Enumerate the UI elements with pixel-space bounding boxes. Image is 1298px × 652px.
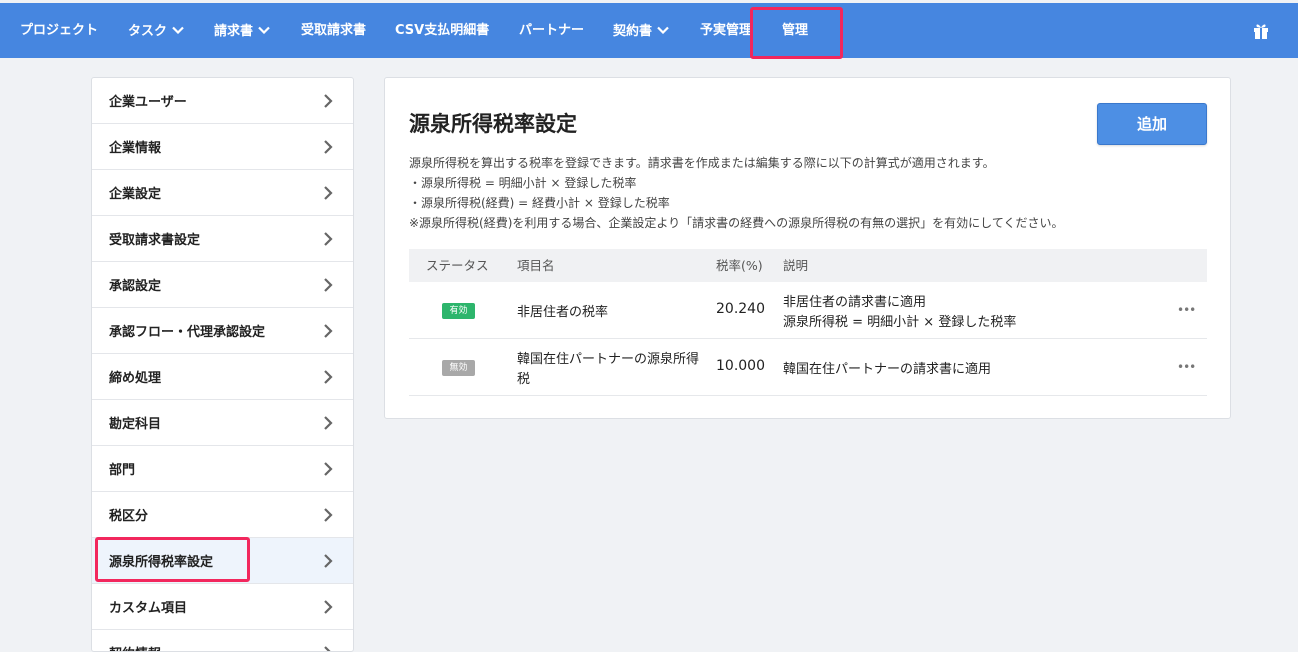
chevron-down-icon [172, 3, 184, 58]
settings-sidebar: 企業ユーザー 企業情報 企業設定 受取請求書設定 承認設定 承認フロー・代理承認… [91, 77, 354, 652]
description-line: ・源泉所得税(経費) = 経費小計 × 登録した税率 [409, 196, 670, 210]
description-line: 源泉所得税を算出する税率を登録できます。請求書を作成または編集する際に以下の計算… [409, 156, 995, 170]
nav-item-invoice[interactable]: 請求書 [214, 3, 270, 58]
description-line: ※源泉所得税(経費)を利用する場合、企業設定より「請求書の経費への源泉所得税の有… [409, 216, 1064, 230]
chevron-right-icon [324, 646, 331, 651]
nav-item-contract[interactable]: 契約書 [613, 3, 669, 58]
item-description: 韓国在住パートナーの請求書に適用 [783, 362, 992, 377]
nav-item-received-invoice[interactable]: 受取請求書 [301, 3, 366, 58]
nav-item-partner[interactable]: パートナー [519, 3, 584, 58]
status-badge: 有効 [442, 303, 475, 319]
sidebar-item-received-invoice-settings[interactable]: 受取請求書設定 [92, 216, 353, 262]
chevron-right-icon [324, 278, 333, 292]
chevron-right-icon [324, 94, 333, 108]
table-row[interactable]: 有効 非居住者の税率 20.240 非居住者の請求書に適用 源泉所得税 = 明細… [409, 282, 1207, 339]
chevron-right-icon [324, 232, 333, 246]
tax-rate: 20.240 [716, 301, 765, 317]
more-options-icon[interactable]: ••• [1177, 303, 1196, 317]
chevron-right-icon [324, 416, 333, 430]
nav-item-budget[interactable]: 予実管理 [700, 3, 752, 58]
item-description: 源泉所得税 = 明細小計 × 登録した税率 [783, 315, 1017, 330]
sidebar-item-tax-category[interactable]: 税区分 [92, 492, 353, 538]
table-row[interactable]: 無効 韓国在住パートナーの源泉所得 税 10.000 韓国在住パートナーの請求書… [409, 339, 1207, 396]
item-name: 税 [517, 372, 531, 387]
chevron-down-icon [657, 3, 669, 58]
chevron-down-icon [258, 3, 270, 58]
nav-item-csv-statement[interactable]: CSV支払明細書 [395, 3, 489, 58]
table-header: ステータス 項目名 税率(%) 説明 [409, 249, 1207, 282]
add-button[interactable]: 追加 [1097, 103, 1207, 145]
sidebar-item-custom-fields[interactable]: カスタム項目 [92, 584, 353, 630]
sidebar-item-contract-info[interactable]: 契約情報 [92, 630, 353, 651]
chevron-right-icon [324, 554, 333, 568]
top-nav-bar: プロジェクト タスク 請求書 受取請求書 CSV支払明細書 パートナー 契約書 … [0, 3, 1298, 58]
nav-item-admin[interactable]: 管理 [782, 3, 808, 58]
tax-rate: 10.000 [716, 358, 765, 374]
item-name: 韓国在住パートナーの源泉所得 [517, 352, 700, 367]
chevron-right-icon [324, 370, 333, 384]
column-header-description: 説明 [783, 258, 809, 273]
sidebar-item-company-settings[interactable]: 企業設定 [92, 170, 353, 216]
nav-item-project[interactable]: プロジェクト [20, 3, 98, 58]
nav-item-task[interactable]: タスク [128, 3, 184, 58]
chevron-right-icon [324, 508, 333, 522]
sidebar-item-accounts[interactable]: 勘定科目 [92, 400, 353, 446]
chevron-right-icon [324, 186, 333, 200]
more-options-icon[interactable]: ••• [1177, 360, 1196, 374]
sidebar-item-departments[interactable]: 部門 [92, 446, 353, 492]
gift-icon[interactable] [1252, 22, 1270, 40]
sidebar-item-company-users[interactable]: 企業ユーザー [92, 78, 353, 124]
chevron-right-icon [324, 600, 333, 614]
item-name: 非居住者の税率 [517, 305, 609, 320]
chevron-right-icon [324, 140, 333, 154]
column-header-name: 項目名 [517, 258, 555, 273]
status-badge: 無効 [442, 360, 475, 376]
main-panel: 源泉所得税率設定 追加 源泉所得税を算出する税率を登録できます。請求書を作成また… [384, 77, 1231, 419]
page-title: 源泉所得税率設定 [409, 112, 577, 136]
description-line: ・源泉所得税 = 明細小計 × 登録した税率 [409, 176, 637, 190]
sidebar-item-approval-settings[interactable]: 承認設定 [92, 262, 353, 308]
column-header-status: ステータス [426, 258, 489, 273]
sidebar-item-withholding-tax-rate[interactable]: 源泉所得税率設定 [92, 538, 353, 584]
chevron-right-icon [324, 462, 333, 476]
column-header-rate: 税率(%) [716, 258, 763, 273]
item-description: 非居住者の請求書に適用 [783, 295, 927, 310]
chevron-right-icon [324, 324, 333, 338]
sidebar-item-approval-flow[interactable]: 承認フロー・代理承認設定 [92, 308, 353, 354]
sidebar-item-closing[interactable]: 締め処理 [92, 354, 353, 400]
sidebar-item-company-info[interactable]: 企業情報 [92, 124, 353, 170]
